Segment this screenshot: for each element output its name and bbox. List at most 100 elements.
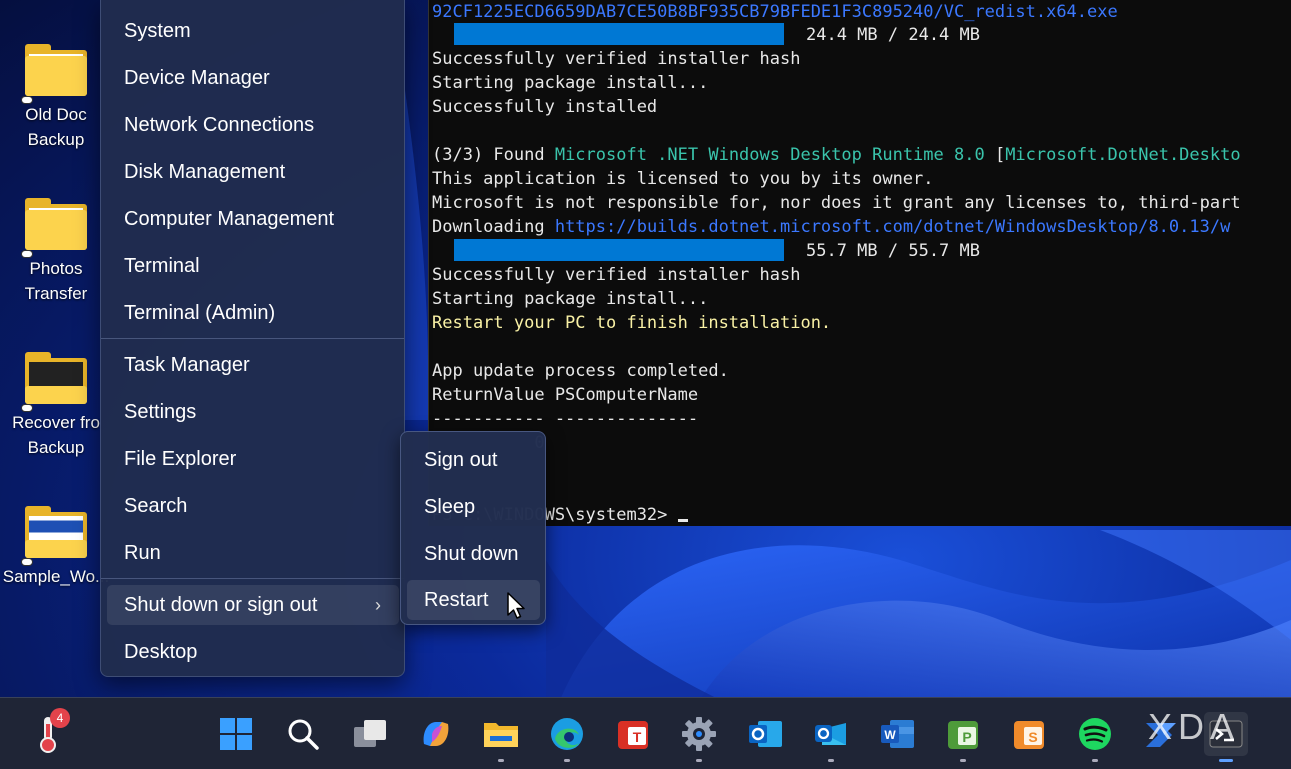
file-explorer-icon <box>484 723 518 747</box>
menu-item-device-manager[interactable]: Device Manager <box>107 58 399 98</box>
menu-item-system[interactable]: System <box>107 11 399 51</box>
planner-free-icon: P <box>948 721 978 749</box>
folder-icon <box>21 198 89 258</box>
menu-item-run[interactable]: Run <box>107 533 399 573</box>
word-button[interactable]: W <box>875 712 919 756</box>
menu-item-disk-management[interactable]: Disk Management <box>107 152 399 192</box>
svg-text:T: T <box>633 729 642 745</box>
submenu-item-sleep[interactable]: Sleep <box>407 487 540 527</box>
spotify-icon <box>1079 718 1111 750</box>
outlook-classic-icon <box>749 721 782 747</box>
desktop-icon-label: Backup <box>27 438 85 457</box>
edge-button[interactable] <box>545 712 589 762</box>
menu-item-terminal[interactable]: Terminal <box>107 246 399 286</box>
copilot-icon <box>423 722 449 746</box>
menu-item-terminal-admin[interactable]: Terminal (Admin) <box>107 293 399 333</box>
menu-item-computer-management[interactable]: Computer Management <box>107 199 399 239</box>
desktop-icon-label: Sample_Wo... <box>2 567 110 586</box>
terminal-line: (3/3) Found Microsoft .NET Windows Deskt… <box>432 143 1241 167</box>
cloud-status-icon <box>21 250 33 258</box>
settings-gear-icon <box>682 717 716 751</box>
outlook-classic-button[interactable] <box>743 712 787 756</box>
folder-icon <box>21 44 89 104</box>
terminal-text: [ <box>984 145 1006 165</box>
file-explorer-button[interactable] <box>479 712 523 762</box>
menu-separator <box>101 578 404 579</box>
running-indicator <box>564 759 570 762</box>
chevron-right-icon: › <box>375 595 381 615</box>
restart-warning: Restart your PC to finish installation. <box>432 313 832 333</box>
menu-item-search[interactable]: Search <box>107 486 399 526</box>
menu-item-settings[interactable]: Settings <box>107 392 399 432</box>
download-url[interactable]: https://builds.dotnet.microsoft.com/dotn… <box>555 217 1231 237</box>
terminal-line: Successfully verified installer hash <box>432 49 801 69</box>
package-id: Microsoft.DotNet.Deskto <box>1005 145 1241 165</box>
terminal-text: (3/3) Found <box>432 145 555 165</box>
active-indicator <box>1219 759 1233 762</box>
menu-item-desktop[interactable]: Desktop <box>107 632 399 672</box>
desktop-icon-recover-from-backup[interactable]: Recover fro Backup <box>0 352 112 460</box>
word-icon: W <box>881 720 914 748</box>
running-indicator <box>1092 759 1098 762</box>
desktop-icon-photos-transfer[interactable]: Photos Transfer <box>0 198 112 306</box>
sway-button[interactable]: S <box>1007 712 1051 756</box>
submenu-item-sign-out[interactable]: Sign out <box>407 440 540 480</box>
running-indicator <box>828 759 834 762</box>
download-size: 24.4 MB / 24.4 MB <box>806 25 980 45</box>
task-view-button[interactable] <box>348 712 392 756</box>
terminal-window[interactable]: 92CF1225ECD6659DAB7CE50B8BF935CB79BFEDE1… <box>428 0 1291 526</box>
desktop-icon-label: Backup <box>27 130 85 149</box>
menu-separator <box>101 338 404 339</box>
mouse-pointer-icon <box>507 592 525 619</box>
terminal-line: Starting package install... <box>432 289 709 309</box>
menu-item-label: Shut down or sign out <box>124 594 318 616</box>
desktop-icon-sample-wo[interactable]: Sample_Wo... <box>0 506 112 589</box>
windows-start-icon <box>220 718 252 750</box>
terminal-line: ReturnValue PSComputerName <box>432 385 699 405</box>
search-button[interactable] <box>281 712 325 756</box>
submenu-item-shut-down[interactable]: Shut down <box>407 534 540 574</box>
settings-button[interactable] <box>677 712 721 762</box>
svg-text:P: P <box>962 729 971 745</box>
terminal-line: Microsoft is not responsible for, nor do… <box>432 193 1241 213</box>
desktop-icon-label: Old Doc <box>25 105 87 124</box>
copilot-button[interactable] <box>414 712 458 756</box>
desktop-icon-label: Transfer <box>24 284 88 303</box>
taskbar: T W P S <box>0 697 1291 769</box>
start-button[interactable] <box>214 712 258 756</box>
notification-badge: 4 <box>50 708 70 728</box>
menu-item-file-explorer[interactable]: File Explorer <box>107 439 399 479</box>
task-view-icon <box>354 720 386 747</box>
desktop-icon-label: Photos <box>29 259 83 278</box>
terminal-line: This application is licensed to you by i… <box>432 169 934 189</box>
terminal-line: App update process completed. <box>432 361 729 381</box>
terminal-line: Successfully verified installer hash <box>432 265 801 285</box>
menu-item-network-connections[interactable]: Network Connections <box>107 105 399 145</box>
cloud-status-icon <box>21 96 33 104</box>
desktop-icon-old-doc-backup[interactable]: Old Doc Backup <box>0 44 112 152</box>
menu-item-shut-down-or-sign-out[interactable]: Shut down or sign out › <box>107 585 399 625</box>
download-size: 55.7 MB / 55.7 MB <box>806 241 980 261</box>
outlook-new-button[interactable] <box>809 712 853 762</box>
xda-watermark: XDA <box>1148 706 1241 747</box>
terminal-line: 92CF1225ECD6659DAB7CE50B8BF935CB79BFEDE1… <box>432 2 1118 22</box>
terminal-line: Downloading https://builds.dotnet.micros… <box>432 215 1230 239</box>
spotify-button[interactable] <box>1073 712 1117 762</box>
todo-free-icon: T <box>618 721 648 749</box>
text-cursor <box>677 519 688 522</box>
sway-free-icon: S <box>1014 721 1044 749</box>
download-progress-bar <box>454 23 784 45</box>
quick-link-menu: System Device Manager Network Connection… <box>100 0 405 677</box>
planner-button[interactable]: P <box>941 712 985 762</box>
outlook-new-icon <box>815 723 846 745</box>
todo-button[interactable]: T <box>611 712 655 756</box>
running-indicator <box>498 759 504 762</box>
terminal-line: Successfully installed <box>432 97 658 117</box>
menu-item-task-manager[interactable]: Task Manager <box>107 345 399 385</box>
folder-icon <box>21 352 89 412</box>
terminal-line: Starting package install... <box>432 73 709 93</box>
package-name: Microsoft .NET Windows Desktop Runtime 8… <box>554 145 985 165</box>
terminal-text: Downloading <box>432 217 555 237</box>
folder-icon <box>21 506 89 566</box>
edge-icon <box>551 718 583 750</box>
